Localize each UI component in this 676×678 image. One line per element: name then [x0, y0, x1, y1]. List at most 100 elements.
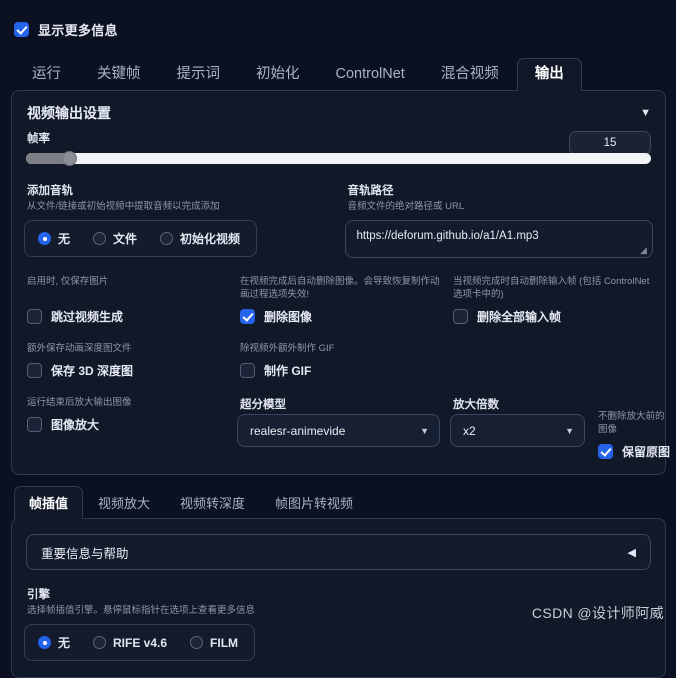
- upscale-model-group: 超分模型 realesr-animevide ▼: [237, 396, 440, 460]
- delete-input-frames-checkbox[interactable]: [453, 309, 468, 324]
- upscale-factor-value: x2: [463, 423, 476, 438]
- engine-option-none-label: 无: [58, 636, 71, 650]
- save-depth-maps-row[interactable]: 保存 3D 深度图: [27, 362, 227, 379]
- fps-slider-thumb[interactable]: [62, 151, 77, 166]
- delete-imgs-checkbox[interactable]: [240, 309, 255, 324]
- watermark: CSDN @设计师阿威: [531, 605, 664, 621]
- checkbox-row-2: 额外保存动画深度图文件 保存 3D 深度图 除视频外额外制作 GIF 制作 GI…: [24, 342, 653, 379]
- video-output-settings-header[interactable]: 视频输出设置 ▼: [27, 103, 651, 123]
- soundtrack-path-input[interactable]: https://deforum.github.io/a1/A1.mp3 ◢: [344, 220, 653, 258]
- add-soundtrack-option-file[interactable]: 文件: [86, 226, 147, 251]
- add-soundtrack-label: 添加音轨: [27, 185, 73, 197]
- make-gif-spacer: [450, 342, 653, 379]
- soundtrack-row: 添加音轨 从文件/链接或初始视频中提取音频以完成添加 无 文件 初始化视频 音轨…: [24, 182, 653, 258]
- show-more-info-checkbox[interactable]: [14, 21, 29, 37]
- delete-input-frames-row[interactable]: 删除全部输入帧: [453, 308, 653, 325]
- upscale-factor-group: 放大倍数 x2 ▼: [450, 396, 585, 460]
- upscale-factor-select[interactable]: x2 ▼: [450, 414, 585, 447]
- radio-icon: [160, 232, 174, 245]
- engine-radios[interactable]: 无 RIFE v4.6 FILM: [24, 624, 256, 661]
- tab-keyframes[interactable]: 关键帧: [79, 58, 159, 91]
- save-depth-maps-label: 保存 3D 深度图: [51, 364, 134, 378]
- add-soundtrack-option-none[interactable]: 无: [31, 226, 80, 251]
- soundtrack-path-group: 音轨路径 音频文件的绝对路径或 URL https://deforum.gith…: [344, 182, 653, 258]
- soundtrack-path-value: https://deforum.github.io/a1/A1.mp3: [356, 230, 539, 242]
- delete-input-frames-label: 删除全部输入帧: [477, 310, 562, 324]
- radio-icon: [190, 636, 204, 649]
- tab-video-upscale[interactable]: 视频放大: [83, 486, 165, 519]
- keep-original-hint: 不删除放大前的图像: [598, 411, 665, 435]
- image-upscale-checkbox[interactable]: [27, 417, 42, 432]
- save-depth-maps-group: 额外保存动画深度图文件 保存 3D 深度图: [24, 342, 227, 379]
- engine-option-rife[interactable]: RIFE v4.6: [86, 630, 177, 655]
- video-output-settings-title: 视频输出设置: [27, 105, 111, 121]
- help-accordion[interactable]: 重要信息与帮助 ◀: [26, 534, 651, 570]
- engine-option-film-label: FILM: [210, 635, 239, 650]
- tab-prompts[interactable]: 提示词: [159, 58, 239, 91]
- tab-init[interactable]: 初始化: [238, 58, 318, 91]
- keep-original-row[interactable]: 保留原图: [598, 443, 670, 460]
- make-gif-label: 制作 GIF: [264, 364, 312, 378]
- bottom-tab-bar[interactable]: 帧插值 视频放大 视频转深度 帧图片转视频: [0, 486, 676, 519]
- show-more-info-row[interactable]: 显示更多信息: [0, 0, 676, 40]
- delete-imgs-group: 在视频完成后自动删除图像。会导致恢复制作动画过程选项失效! 删除图像: [237, 275, 440, 325]
- add-soundtrack-option-init-video-label: 初始化视频: [180, 232, 241, 246]
- upscale-model-select[interactable]: realesr-animevide ▼: [237, 414, 440, 447]
- image-upscale-label: 图像放大: [51, 418, 100, 432]
- skip-video-creation-checkbox[interactable]: [27, 309, 42, 324]
- image-upscale-row[interactable]: 图像放大: [27, 416, 227, 433]
- make-gif-row[interactable]: 制作 GIF: [240, 362, 440, 379]
- show-more-info-label: 显示更多信息: [38, 22, 118, 38]
- add-soundtrack-hint: 从文件/链接或初始视频中提取音频以完成添加: [27, 201, 220, 212]
- checkbox-row-1: 启用时, 仅保存图片 跳过视频生成 在视频完成后自动删除图像。会导致恢复制作动画…: [24, 275, 653, 325]
- delete-imgs-row[interactable]: 删除图像: [240, 308, 440, 325]
- delete-imgs-label: 删除图像: [264, 310, 313, 324]
- make-gif-hint: 除视频外额外制作 GIF: [240, 343, 335, 354]
- engine-option-film[interactable]: FILM: [183, 630, 248, 655]
- make-gif-group: 除视频外额外制作 GIF 制作 GIF: [237, 342, 440, 379]
- radio-icon: [93, 232, 107, 245]
- add-soundtrack-option-init-video[interactable]: 初始化视频: [153, 226, 250, 251]
- resize-grip-icon[interactable]: ◢: [640, 246, 648, 255]
- delete-input-frames-hint: 当视频完成时自动删除输入帧 (包括 ControlNet 选项卡中的): [453, 276, 650, 300]
- save-depth-maps-checkbox[interactable]: [27, 363, 42, 378]
- engine-option-rife-label: RIFE v4.6: [113, 635, 168, 650]
- chevron-down-icon[interactable]: ▼: [420, 426, 429, 436]
- image-upscale-hint: 运行结束后放大输出图像: [27, 397, 132, 408]
- engine-option-none[interactable]: 无: [31, 630, 80, 655]
- tab-frames-to-video[interactable]: 帧图片转视频: [260, 486, 368, 519]
- tab-video-to-depth[interactable]: 视频转深度: [165, 486, 260, 519]
- add-soundtrack-option-file-label: 文件: [113, 232, 138, 246]
- keep-original-checkbox[interactable]: [598, 444, 613, 459]
- add-soundtrack-group: 添加音轨 从文件/链接或初始视频中提取音频以完成添加 无 文件 初始化视频: [24, 182, 333, 258]
- make-gif-checkbox[interactable]: [240, 363, 255, 378]
- tab-hybrid-video[interactable]: 混合视频: [423, 58, 517, 91]
- upscale-factor-and-keep-group: 放大倍数 x2 ▼ 不删除放大前的图像 保留原图: [450, 396, 670, 460]
- skip-video-creation-hint: 启用时, 仅保存图片: [27, 276, 109, 287]
- skip-video-creation-label: 跳过视频生成: [51, 310, 124, 324]
- tab-frame-interpolation[interactable]: 帧插值: [14, 486, 84, 519]
- skip-video-creation-group: 启用时, 仅保存图片 跳过视频生成: [24, 275, 227, 325]
- soundtrack-path-hint: 音频文件的绝对路径或 URL: [347, 201, 465, 212]
- engine-group: 引擎 选择帧插值引擎。悬停鼠标指针在选项上查看更多信息 无 RIFE v4.6 …: [24, 586, 653, 661]
- upscale-model-value: realesr-animevide: [250, 423, 346, 438]
- radio-icon: [38, 232, 51, 245]
- tab-run[interactable]: 运行: [14, 58, 79, 91]
- chevron-down-icon[interactable]: ▼: [565, 426, 574, 436]
- skip-video-creation-row[interactable]: 跳过视频生成: [27, 308, 227, 325]
- fps-label: 帧率: [27, 133, 50, 145]
- add-soundtrack-radios[interactable]: 无 文件 初始化视频: [24, 220, 258, 257]
- save-depth-maps-hint: 额外保存动画深度图文件: [27, 343, 132, 354]
- tab-output[interactable]: 输出: [516, 58, 582, 91]
- chevron-down-icon[interactable]: ▼: [640, 107, 651, 119]
- image-upscale-group: 运行结束后放大输出图像 图像放大: [24, 396, 227, 460]
- upscale-factor-label: 放大倍数: [453, 399, 499, 411]
- delete-imgs-hint: 在视频完成后自动删除图像。会导致恢复制作动画过程选项失效!: [240, 276, 440, 300]
- chevron-left-icon[interactable]: ◀: [628, 546, 636, 559]
- fps-number-input[interactable]: 15: [569, 131, 651, 155]
- main-tab-bar[interactable]: 运行 关键帧 提示词 初始化 ControlNet 混合视频 输出: [0, 57, 676, 91]
- fps-slider[interactable]: [26, 151, 651, 166]
- fps-slider-row[interactable]: 15: [26, 131, 651, 166]
- help-accordion-title: 重要信息与帮助: [41, 546, 129, 561]
- tab-controlnet[interactable]: ControlNet: [318, 58, 423, 91]
